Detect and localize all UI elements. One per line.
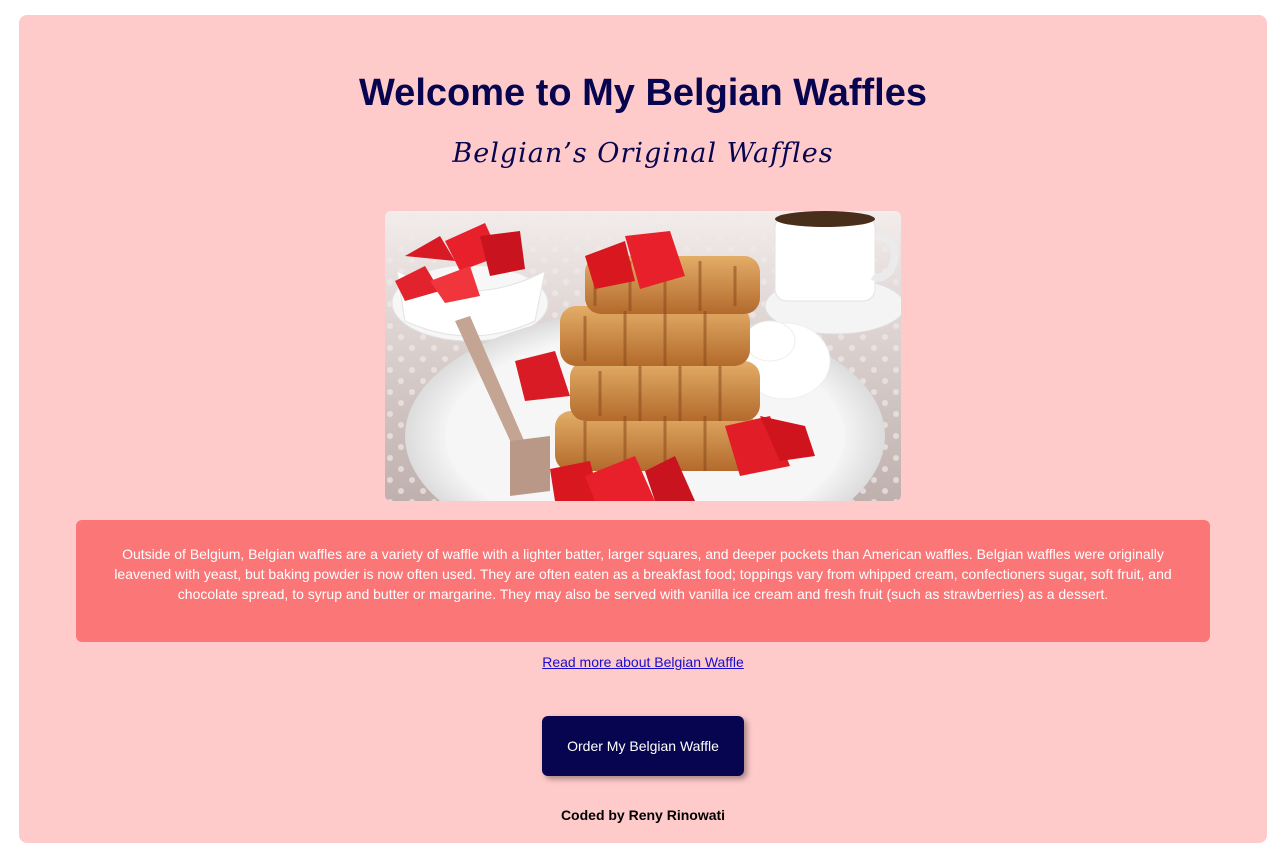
footer-credit: Coded by Reny Rinowati: [560, 807, 726, 823]
waffle-description: Outside of Belgium, Belgian waffles are …: [76, 520, 1210, 642]
read-more-container: Read more about Belgian Waffle: [19, 652, 1267, 672]
page-subtitle: Belgian’s Original Waffles: [452, 138, 834, 169]
page-title: Welcome to My Belgian Waffles: [359, 72, 927, 114]
main-card: Welcome to My Belgian Waffles Belgian’s …: [19, 15, 1267, 843]
order-button[interactable]: Order My Belgian Waffle: [542, 716, 744, 776]
waffle-photo: [385, 211, 901, 501]
read-more-link[interactable]: Read more about Belgian Waffle: [542, 654, 744, 670]
